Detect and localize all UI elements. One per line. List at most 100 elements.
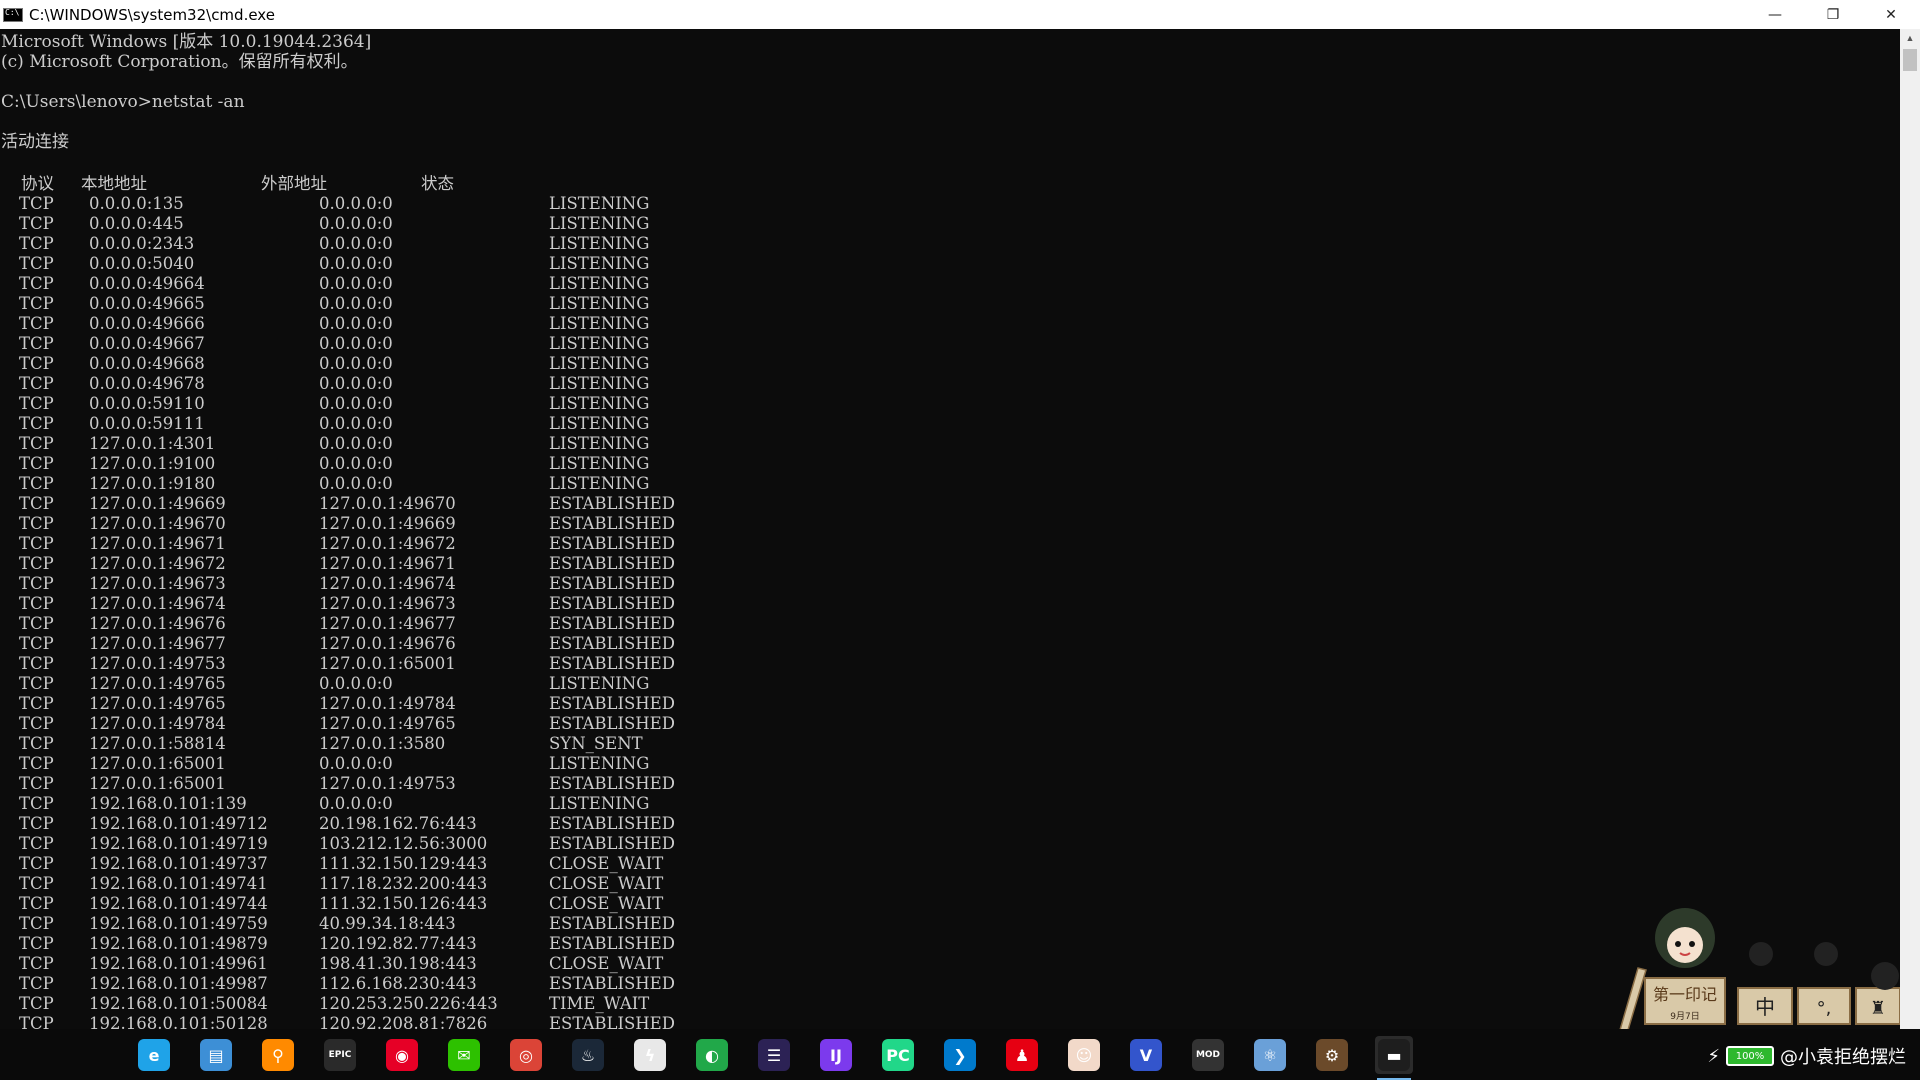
steam-icon[interactable]: ♨ <box>569 1036 607 1074</box>
modbox-icon[interactable]: MOD <box>1189 1036 1227 1074</box>
chrome-icon[interactable]: ◎ <box>507 1036 545 1074</box>
cmd-icon[interactable]: ▬ <box>1375 1036 1413 1080</box>
row-local-address: 0.0.0.0:445 <box>89 214 184 233</box>
file-explorer-icon[interactable]: ▤ <box>197 1036 235 1074</box>
row-local-address: 0.0.0.0:49664 <box>89 274 205 293</box>
row-local-address: 127.0.0.1:49673 <box>89 574 226 593</box>
vscode-icon[interactable]: ❯ <box>941 1036 979 1074</box>
svg-text:°,: °, <box>1817 998 1832 1019</box>
anime-app-glyph: ☺ <box>1068 1039 1100 1071</box>
row-state: ESTABLISHED <box>549 694 675 713</box>
row-protocol: TCP <box>19 334 54 353</box>
edge-icon[interactable]: e <box>135 1036 173 1074</box>
v-app-icon[interactable]: V <box>1127 1036 1165 1074</box>
row-state: ESTABLISHED <box>549 714 675 733</box>
sticker-art-icon: 第一印记 9月7日 中 °, ♜ <box>1619 908 1901 1031</box>
row-local-address: 127.0.0.1:49677 <box>89 634 226 653</box>
row-foreign-address: 120.253.250.226:443 <box>319 994 498 1013</box>
cmd-glyph: ▬ <box>1378 1039 1410 1071</box>
row-foreign-address: 127.0.0.1:49672 <box>319 534 456 553</box>
row-local-address: 127.0.0.1:49674 <box>89 594 226 613</box>
row-foreign-address: 0.0.0.0:0 <box>319 474 393 493</box>
close-button[interactable]: ✕ <box>1862 0 1920 29</box>
thunder-icon[interactable]: ϟ <box>631 1036 669 1074</box>
wechat-glyph: ✉ <box>448 1039 480 1071</box>
minimize-button[interactable]: — <box>1746 0 1804 29</box>
row-protocol: TCP <box>19 714 54 733</box>
row-foreign-address: 0.0.0.0:0 <box>319 434 393 453</box>
row-state: CLOSE_WAIT <box>549 854 664 873</box>
row-local-address: 127.0.0.1:4301 <box>89 434 216 453</box>
row-foreign-address: 127.0.0.1:49671 <box>319 554 456 573</box>
column-header: 外部地址 <box>261 174 327 193</box>
row-state: ESTABLISHED <box>549 974 675 993</box>
row-local-address: 127.0.0.1:49765 <box>89 674 226 693</box>
row-protocol: TCP <box>19 574 54 593</box>
taskbar: ⚡ 100% @小袁拒绝摆烂 e ▤ ⚲ EPIC ◉ ✉ ◎ ♨ ϟ ◐ ☰ IJ PC ❯ ♟ ☺ V MOD… <box>0 1029 1920 1080</box>
row-foreign-address: 111.32.150.126:443 <box>319 894 488 913</box>
restore-button[interactable]: ❐ <box>1804 0 1862 29</box>
row-foreign-address: 112.6.168.230:443 <box>319 974 477 993</box>
row-protocol: TCP <box>19 774 54 793</box>
console-header-line: C:\Users\lenovo>netstat -an <box>1 92 245 112</box>
row-state: LISTENING <box>549 334 650 353</box>
row-foreign-address: 127.0.0.1:65001 <box>319 654 456 673</box>
window-titlebar[interactable]: C:\WINDOWS\system32\cmd.exe — ❐ ✕ <box>0 0 1920 29</box>
row-foreign-address: 0.0.0.0:0 <box>319 374 393 393</box>
row-foreign-address: 0.0.0.0:0 <box>319 414 393 433</box>
row-state: LISTENING <box>549 414 650 433</box>
battery-indicator[interactable]: 100% <box>1726 1046 1774 1066</box>
row-state: LISTENING <box>549 474 650 493</box>
row-foreign-address: 0.0.0.0:0 <box>319 754 393 773</box>
row-state: ESTABLISHED <box>549 514 675 533</box>
row-protocol: TCP <box>19 414 54 433</box>
row-local-address: 192.168.0.101:49759 <box>89 914 268 933</box>
row-protocol: TCP <box>19 634 54 653</box>
intellij-glyph: IJ <box>820 1039 852 1071</box>
anime-app-icon[interactable]: ☺ <box>1065 1036 1103 1074</box>
wechat-icon[interactable]: ✉ <box>445 1036 483 1074</box>
row-protocol: TCP <box>19 1014 54 1029</box>
plug-icon: ⚡ <box>1707 1045 1720 1067</box>
epic-games-icon[interactable]: EPIC <box>321 1036 359 1074</box>
console-output[interactable]: Microsoft Windows [版本 10.0.19044.2364] (c… <box>0 29 1900 1029</box>
row-protocol: TCP <box>19 994 54 1013</box>
column-header: 协议 <box>21 174 54 193</box>
row-state: LISTENING <box>549 354 650 373</box>
row-local-address: 127.0.0.1:49765 <box>89 694 226 713</box>
row-local-address: 127.0.0.1:65001 <box>89 774 226 793</box>
svg-text:第一印记: 第一印记 <box>1653 985 1717 1004</box>
qq-icon[interactable]: ♟ <box>1003 1036 1041 1074</box>
row-local-address: 192.168.0.101:49712 <box>89 814 268 833</box>
row-foreign-address: 120.192.82.77:443 <box>319 934 477 953</box>
row-state: CLOSE_WAIT <box>549 894 664 913</box>
row-foreign-address: 0.0.0.0:0 <box>319 454 393 473</box>
row-foreign-address: 0.0.0.0:0 <box>319 314 393 333</box>
scroll-thumb[interactable] <box>1903 49 1917 71</box>
row-foreign-address: 127.0.0.1:3580 <box>319 734 446 753</box>
system-tray[interactable]: ⚡ 100% @小袁拒绝摆烂 <box>1707 1043 1906 1069</box>
search-app-icon[interactable]: ⚲ <box>259 1036 297 1074</box>
row-foreign-address: 198.41.30.198:443 <box>319 954 477 973</box>
row-state: ESTABLISHED <box>549 774 675 793</box>
console-scrollbar[interactable]: ▲ <box>1900 29 1920 1029</box>
netease-music-icon[interactable]: ◉ <box>383 1036 421 1074</box>
pycharm-icon[interactable]: PC <box>879 1036 917 1074</box>
row-protocol: TCP <box>19 894 54 913</box>
settings-app-icon[interactable]: ⚙ <box>1313 1036 1351 1074</box>
row-foreign-address: 0.0.0.0:0 <box>319 194 393 213</box>
atom-app-icon[interactable]: ⚛ <box>1251 1036 1289 1074</box>
green-app-icon[interactable]: ◐ <box>693 1036 731 1074</box>
row-protocol: TCP <box>19 514 54 533</box>
row-protocol: TCP <box>19 834 54 853</box>
row-state: ESTABLISHED <box>549 574 675 593</box>
row-state: ESTABLISHED <box>549 914 675 933</box>
eclipse-icon[interactable]: ☰ <box>755 1036 793 1074</box>
row-local-address: 0.0.0.0:59110 <box>89 394 205 413</box>
row-state: LISTENING <box>549 454 650 473</box>
row-protocol: TCP <box>19 674 54 693</box>
row-foreign-address: 0.0.0.0:0 <box>319 354 393 373</box>
intellij-icon[interactable]: IJ <box>817 1036 855 1074</box>
scroll-up-arrow-icon[interactable]: ▲ <box>1900 29 1920 47</box>
row-state: ESTABLISHED <box>549 554 675 573</box>
